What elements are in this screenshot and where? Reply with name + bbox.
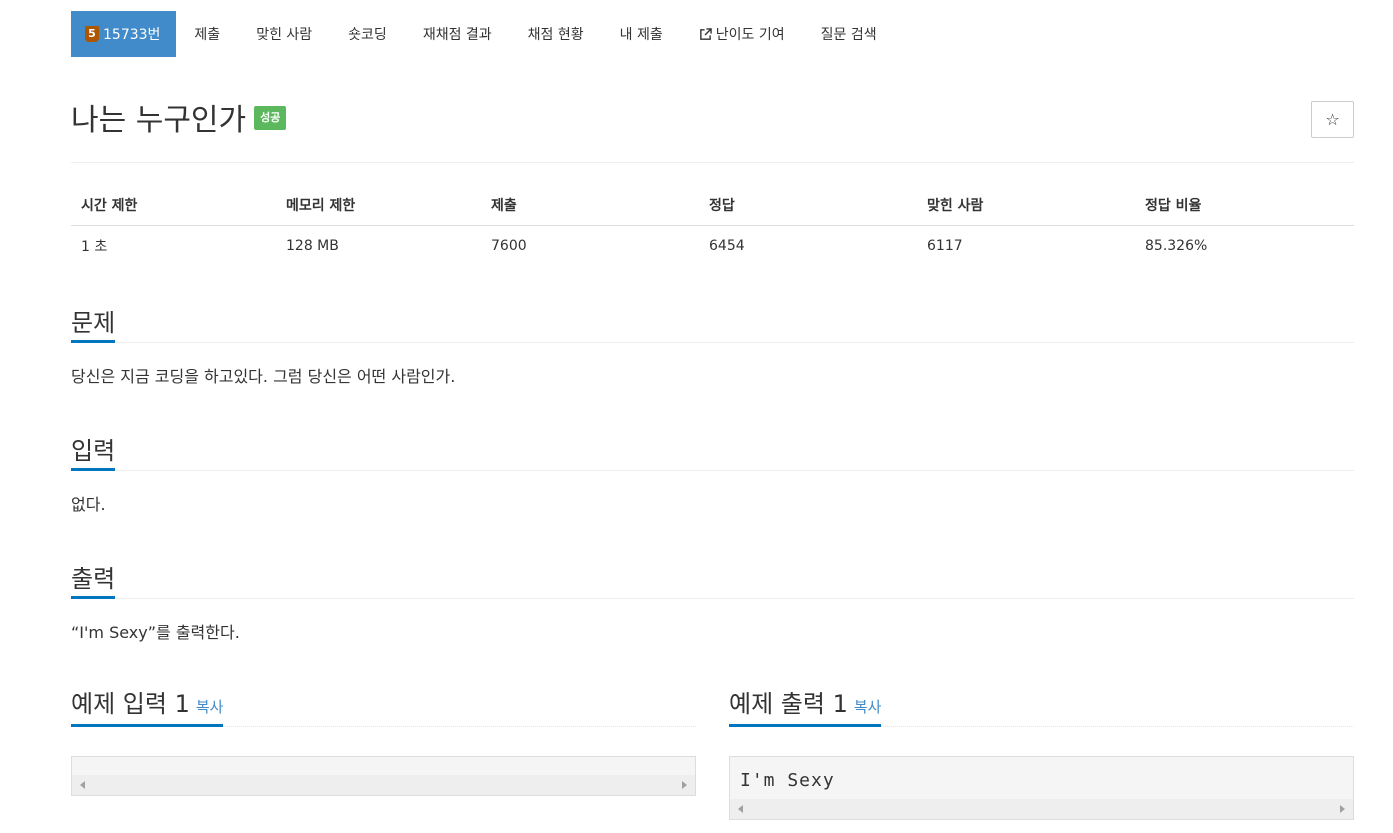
- description-title: 문제: [71, 306, 116, 343]
- tab-short-coding-label: 숏코딩: [348, 27, 387, 43]
- tab-difficulty-contribution[interactable]: 난이도 기여: [681, 11, 803, 57]
- header-solved-users: 맞힌 사람: [927, 198, 984, 214]
- header-time-limit: 시간 제한: [81, 198, 138, 214]
- scroll-left-icon[interactable]: [738, 805, 743, 813]
- sample-output-title-text: 예제 출력 1: [729, 690, 848, 718]
- table-row: 1 초 128 MB 7600 6454 6117 85.326%: [71, 226, 1354, 266]
- tab-solved-users-label: 맞힌 사람: [256, 27, 313, 43]
- output-title: 출력: [71, 562, 116, 599]
- tab-problem-label: 15733번: [103, 27, 161, 43]
- tab-rejudge-results-label: 재채점 결과: [422, 27, 492, 43]
- header-submissions: 제출: [491, 198, 517, 214]
- tab-judge-status[interactable]: 채점 현황: [510, 11, 602, 57]
- header-accepted: 정답: [709, 198, 735, 214]
- sample-output-heading: 예제 출력 1 복사: [729, 686, 1354, 727]
- input-heading: 입력: [71, 426, 1354, 471]
- description-section: 문제 당신은 지금 코딩을 하고있다. 그럼 당신은 어떤 사람인가.: [71, 298, 1354, 389]
- tab-submit-label: 제출: [194, 27, 221, 43]
- sample-input-title-text: 예제 입력 1: [71, 690, 190, 718]
- tier-badge-icon: 5: [85, 26, 99, 42]
- input-section: 입력 없다.: [71, 426, 1354, 517]
- output-section: 출력 “I'm Sexy”를 출력한다.: [71, 554, 1354, 645]
- tab-problem[interactable]: 5 15733번: [71, 11, 177, 57]
- star-icon: ☆: [1325, 110, 1340, 129]
- sample-output-section: 예제 출력 1 복사 I'm Sexy: [729, 686, 1354, 820]
- accepted-value: 6454: [709, 238, 745, 254]
- scroll-left-icon[interactable]: [80, 781, 85, 789]
- scroll-right-icon[interactable]: [682, 781, 687, 789]
- tab-rejudge-results[interactable]: 재채점 결과: [405, 11, 510, 57]
- output-body: “I'm Sexy”를 출력한다.: [71, 623, 240, 642]
- problem-title-text: 나는 누구인가: [71, 103, 247, 138]
- tab-difficulty-contribution-label: 난이도 기여: [715, 27, 785, 43]
- sample-output-text: I'm Sexy: [740, 770, 835, 791]
- input-title: 입력: [71, 434, 116, 471]
- tab-my-submissions[interactable]: 내 제출: [602, 11, 681, 57]
- problem-header: 나는 누구인가 성공 ☆: [71, 100, 1354, 163]
- sample-input-box: [71, 756, 696, 796]
- page-title: 나는 누구인가 성공: [71, 100, 287, 142]
- copy-sample-input-button[interactable]: 복사: [196, 698, 224, 716]
- sample-input-heading: 예제 입력 1 복사: [71, 686, 696, 727]
- problem-nav: 5 15733번 제출 맞힌 사람 숏코딩 재채점 결과 채점 현황 내 제출 …: [71, 11, 1354, 68]
- tab-submit[interactable]: 제출: [176, 11, 238, 57]
- sample-input-scrollbar[interactable]: [72, 775, 695, 795]
- solved-users-value: 6117: [927, 238, 963, 254]
- sample-input-title: 예제 입력 1 복사: [71, 687, 224, 727]
- description-heading: 문제: [71, 298, 1354, 343]
- problem-page: 5 15733번 제출 맞힌 사람 숏코딩 재채점 결과 채점 현황 내 제출 …: [71, 0, 1354, 820]
- description-body: 당신은 지금 코딩을 하고있다. 그럼 당신은 어떤 사람인가.: [71, 367, 456, 386]
- copy-sample-output-button[interactable]: 복사: [854, 698, 882, 716]
- tab-short-coding[interactable]: 숏코딩: [330, 11, 405, 57]
- submissions-value: 7600: [491, 238, 527, 254]
- header-memory-limit: 메모리 제한: [286, 198, 356, 214]
- tab-question-search[interactable]: 질문 검색: [803, 11, 895, 57]
- favorite-star-button[interactable]: ☆: [1311, 101, 1354, 138]
- scroll-right-icon[interactable]: [1340, 805, 1345, 813]
- header-accept-ratio: 정답 비율: [1145, 198, 1202, 214]
- sample-input-section: 예제 입력 1 복사: [71, 686, 696, 796]
- sample-output-scrollbar[interactable]: [730, 799, 1353, 819]
- memory-limit-value: 128 MB: [286, 238, 339, 254]
- input-body: 없다.: [71, 495, 106, 514]
- tab-solved-users[interactable]: 맞힌 사람: [238, 11, 330, 57]
- tab-my-submissions-label: 내 제출: [619, 27, 663, 43]
- table-header-row: 시간 제한 메모리 제한 제출 정답 맞힌 사람 정답 비율: [71, 185, 1354, 226]
- tab-question-search-label: 질문 검색: [820, 27, 877, 43]
- sample-output-box: I'm Sexy: [729, 756, 1354, 820]
- tab-judge-status-label: 채점 현황: [527, 27, 584, 43]
- accept-ratio-value: 85.326%: [1145, 238, 1208, 254]
- sample-output-title: 예제 출력 1 복사: [729, 687, 882, 727]
- time-limit-value: 1 초: [81, 239, 108, 255]
- external-link-icon: [699, 27, 712, 40]
- output-heading: 출력: [71, 554, 1354, 599]
- problem-info-table: 시간 제한 메모리 제한 제출 정답 맞힌 사람 정답 비율 1 초 128 M…: [71, 185, 1354, 266]
- status-badge: 성공: [254, 105, 287, 130]
